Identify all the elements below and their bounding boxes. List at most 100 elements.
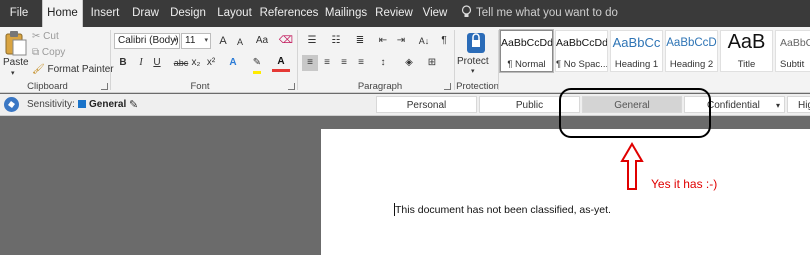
shading-icon[interactable]: ◈ [400, 55, 418, 71]
format-painter-button[interactable]: 🖌 Format Painter [32, 64, 114, 75]
group-divider [297, 30, 298, 90]
text-effects-button[interactable]: A [225, 55, 241, 71]
group-divider [110, 30, 111, 90]
sensitivity-current-value: General [89, 99, 127, 110]
bullets-icon[interactable]: ☰ [302, 33, 322, 49]
style-heading-2[interactable]: AaBbCcD Heading 2 [665, 30, 718, 72]
justify-icon[interactable]: ≡ [353, 55, 369, 71]
italic-button[interactable]: I [133, 55, 149, 71]
decrease-indent-icon[interactable]: ⇤ [375, 33, 391, 49]
numbering-icon[interactable]: ☷ [326, 33, 346, 49]
style-preview: AaBbCcDd [501, 37, 553, 49]
lightbulb-icon [461, 5, 472, 17]
cut-button[interactable]: ✂ Cut [32, 31, 59, 42]
shrink-font-button[interactable]: A [232, 34, 248, 50]
annotation-text: Yes it has :-) [651, 177, 718, 191]
grow-font-button[interactable]: A [215, 33, 231, 49]
style-subtitle[interactable]: AaBbC Subtit [775, 30, 810, 72]
superscript-button[interactable]: x² [203, 55, 219, 71]
document-page[interactable] [321, 129, 810, 255]
subscript-button[interactable]: x₂ [188, 55, 204, 71]
font-size-value: 11 [185, 35, 196, 46]
style-name: ¶ No Spac... [556, 59, 608, 70]
confidential-label: Confidential [707, 100, 760, 111]
align-left-icon[interactable]: ≡ [302, 55, 318, 71]
line-spacing-icon[interactable]: ↕ [373, 55, 393, 71]
clipboard-launcher-icon[interactable] [101, 83, 108, 90]
style-name: Heading 2 [669, 59, 714, 70]
align-center-icon[interactable]: ≡ [319, 55, 335, 71]
tab-insert[interactable]: Insert [85, 0, 125, 27]
align-right-icon[interactable]: ≡ [336, 55, 352, 71]
style-preview: AaBbC [780, 37, 810, 49]
increase-indent-icon[interactable]: ⇥ [393, 33, 409, 49]
font-color-button[interactable]: A [272, 55, 290, 72]
sensitivity-swatch [78, 100, 86, 108]
protect-button[interactable]: Protect [457, 56, 489, 67]
style-name: ¶ Normal [507, 59, 546, 70]
highlight-color-button[interactable]: ✎ [247, 55, 267, 74]
style-preview: AaB [727, 31, 766, 53]
document-body-text[interactable]: This document has not been classified, a… [395, 204, 611, 216]
style-preview: AaBbCc [612, 35, 661, 50]
underline-button[interactable]: U [149, 55, 165, 71]
chevron-down-icon: ▾ [173, 37, 177, 44]
annotation-up-arrow-icon [620, 142, 644, 190]
style-title[interactable]: AaB Title [720, 30, 773, 72]
paste-icon[interactable] [4, 30, 28, 56]
font-name-box[interactable]: Calibri (Body) ▾ [114, 33, 180, 49]
font-launcher-icon[interactable] [288, 83, 295, 90]
chevron-down-icon: ▾ [775, 101, 780, 110]
tab-review[interactable]: Review [373, 0, 415, 27]
style-name: Title [737, 59, 756, 70]
chevron-down-icon: ▾ [204, 37, 208, 44]
font-group-label: Font [190, 81, 210, 92]
paste-button[interactable]: Paste [3, 57, 29, 68]
font-name-value: Calibri (Body) [118, 35, 179, 46]
change-case-button[interactable]: Aa [251, 33, 273, 49]
copy-label: Copy [41, 47, 66, 58]
sensitivity-level-highly-confidential[interactable]: Hig [787, 96, 810, 113]
style-preview: AaBbCcD [666, 37, 717, 49]
font-size-box[interactable]: 11 ▾ [181, 33, 211, 49]
tab-design[interactable]: Design [166, 0, 210, 27]
group-divider [498, 30, 499, 90]
scissors-icon: ✂ [32, 31, 41, 42]
style-normal[interactable]: AaBbCcDd ¶ Normal [499, 29, 554, 73]
sensitivity-level-personal[interactable]: Personal [376, 96, 477, 113]
copy-button[interactable]: ⧉ Copy [32, 47, 65, 58]
protection-group-label: Protection [456, 81, 499, 92]
show-marks-button[interactable]: ¶ [436, 33, 452, 49]
paragraph-launcher-icon[interactable] [444, 83, 451, 90]
tab-draw[interactable]: Draw [127, 0, 164, 27]
brush-icon: 🖌 [32, 64, 45, 75]
tab-home[interactable]: Home [42, 0, 83, 27]
clipboard-group-label: Clipboard [27, 81, 68, 92]
protect-dropdown-icon[interactable]: ▾ [471, 67, 475, 75]
clear-formatting-icon[interactable]: ⌫ [278, 33, 294, 49]
tell-me-placeholder: Tell me what you want to do [476, 7, 618, 19]
bold-button[interactable]: B [115, 55, 131, 71]
sensitivity-label: Sensitivity: [27, 99, 75, 110]
multilevel-list-icon[interactable]: ≣ [350, 33, 370, 49]
style-heading-1[interactable]: AaBbCc Heading 1 [610, 30, 663, 72]
tab-view[interactable]: View [418, 0, 452, 27]
tab-layout[interactable]: Layout [213, 0, 256, 27]
borders-icon[interactable]: ⊞ [423, 55, 441, 71]
ribbon-tab-row: File Home Insert Draw Design Layout Refe… [0, 0, 810, 27]
styles-gallery: AaBbCcDd ¶ Normal AaBbCcDd ¶ No Spac... … [499, 29, 810, 74]
tab-references[interactable]: References [259, 0, 319, 27]
style-no-spacing[interactable]: AaBbCcDd ¶ No Spac... [555, 30, 608, 72]
paste-dropdown-icon[interactable]: ▾ [11, 69, 15, 77]
cut-label: Cut [43, 31, 59, 42]
lock-icon[interactable] [464, 30, 488, 56]
tell-me-search[interactable]: Tell me what you want to do [461, 0, 618, 27]
word-window: File Home Insert Draw Design Layout Refe… [0, 0, 810, 255]
tab-mailings[interactable]: Mailings [322, 0, 370, 27]
style-preview: AaBbCcDd [556, 37, 608, 49]
sort-button[interactable]: A↓ [415, 33, 433, 49]
pencil-icon[interactable]: ✎ [129, 98, 138, 111]
sensitivity-shield-icon[interactable] [4, 97, 19, 112]
paragraph-group-label: Paragraph [357, 81, 403, 92]
tab-file[interactable]: File [0, 0, 38, 27]
